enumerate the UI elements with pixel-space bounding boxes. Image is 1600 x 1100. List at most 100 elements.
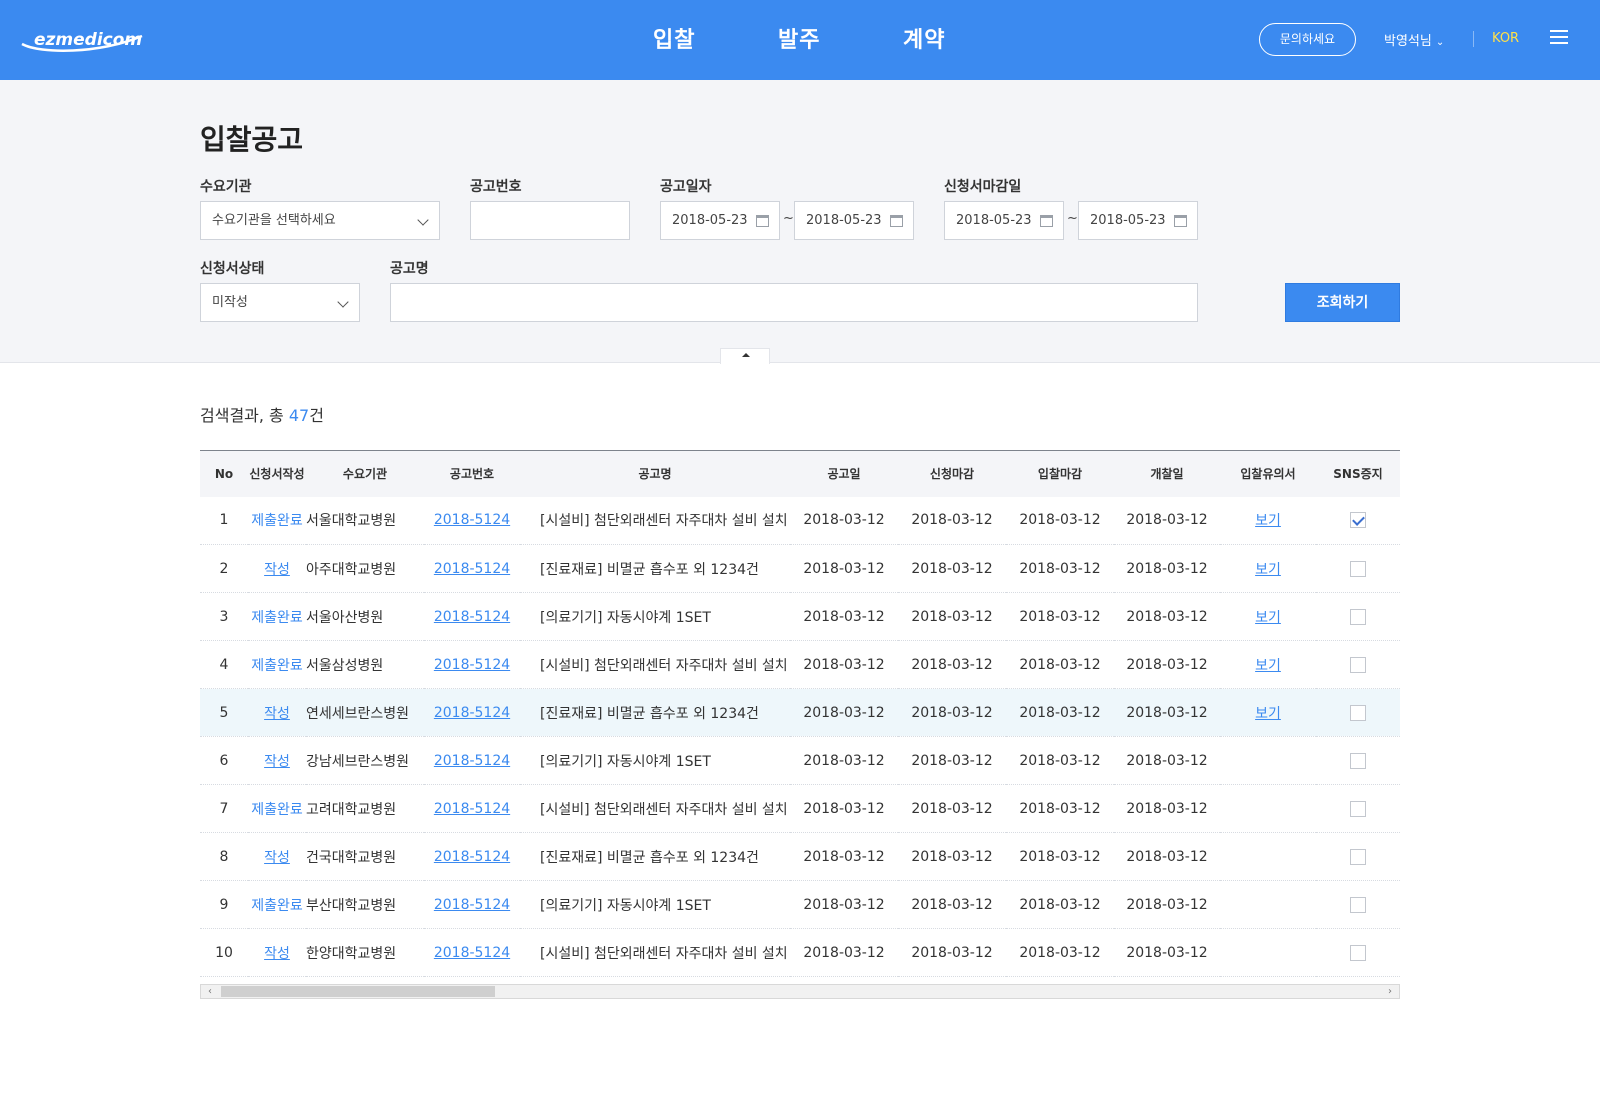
sns-checkbox[interactable]: [1350, 800, 1366, 817]
table-row: 10 작성 한양대학교병원 2018-5124 [시설비] 첨단외래센터 자주대차 설비…: [200, 928, 1400, 977]
notice-doc-link[interactable]: 보기: [1255, 513, 1281, 529]
row-notice-date: 2018-03-12: [790, 784, 898, 833]
notice-no-link[interactable]: 2018-5124: [434, 561, 510, 577]
nav-contract[interactable]: 계약: [903, 22, 945, 54]
row-agency: 서울삼성병원: [306, 640, 424, 689]
row-title: [의료기기] 자동시야계 1SET: [520, 880, 790, 929]
hamburger-icon[interactable]: [1550, 30, 1568, 44]
search-panel: 입찰공고 수요기관 수요기관을 선택하세요 공고번호 공고일자 2018-05-…: [0, 80, 1600, 364]
sns-checkbox[interactable]: [1350, 944, 1366, 961]
chevron-down-icon: ⌄: [1435, 37, 1445, 48]
deadline-from-input[interactable]: 2018-05-23: [944, 201, 1064, 240]
notice-doc-link[interactable]: 보기: [1255, 562, 1281, 578]
chevron-down-icon: [337, 296, 349, 308]
result-count-suffix: 건: [309, 406, 324, 425]
row-notice-date: 2018-03-12: [790, 592, 898, 641]
application-status-link[interactable]: 제출완료: [251, 658, 303, 674]
calendar-icon[interactable]: [756, 215, 769, 227]
user-name: 박영석님: [1384, 34, 1432, 49]
row-title: [의료기기] 자동시야계 1SET: [520, 592, 790, 641]
row-title: [시설비] 첨단외래센터 자주대차 설비 설치: [520, 496, 790, 545]
calendar-icon[interactable]: [1040, 215, 1053, 227]
notice-no-link[interactable]: 2018-5124: [434, 801, 510, 817]
row-no: 9: [200, 880, 248, 929]
scroll-left-icon[interactable]: ‹: [201, 985, 219, 998]
nav-order[interactable]: 발주: [778, 22, 820, 54]
collapse-panel-toggle[interactable]: [720, 348, 770, 364]
application-status-link[interactable]: 제출완료: [251, 802, 303, 818]
notice-date-from-value: 2018-05-23: [672, 213, 748, 228]
status-select[interactable]: 미작성: [200, 283, 360, 322]
notice-no-link[interactable]: 2018-5124: [434, 609, 510, 625]
notice-doc-link[interactable]: 보기: [1255, 610, 1281, 626]
notice-date-from-input[interactable]: 2018-05-23: [660, 201, 780, 240]
application-status-link[interactable]: 제출완료: [251, 898, 303, 914]
notice-no-link[interactable]: 2018-5124: [434, 945, 510, 961]
sns-checkbox[interactable]: [1350, 608, 1366, 625]
scrollbar-thumb[interactable]: [221, 986, 495, 997]
result-count-number: 47: [288, 406, 310, 425]
notice-date-to-value: 2018-05-23: [806, 213, 882, 228]
nav-bid[interactable]: 입찰: [653, 22, 695, 54]
notice-no-link[interactable]: 2018-5124: [434, 512, 510, 528]
language-selector[interactable]: KOR: [1492, 31, 1519, 46]
row-open-date: 2018-03-12: [1114, 736, 1220, 785]
row-apply-deadline: 2018-03-12: [898, 784, 1006, 833]
application-status-link[interactable]: 작성: [264, 754, 290, 770]
agency-select[interactable]: 수요기관을 선택하세요: [200, 201, 440, 240]
logo-mark-icon: ezmedicom: [21, 30, 143, 52]
sns-checkbox[interactable]: [1350, 560, 1366, 577]
calendar-icon[interactable]: [1174, 215, 1187, 227]
application-status-link[interactable]: 작성: [264, 562, 290, 578]
row-no: 4: [200, 640, 248, 689]
notice-no-link[interactable]: 2018-5124: [434, 753, 510, 769]
notice-doc-link[interactable]: 보기: [1255, 706, 1281, 722]
application-status-link[interactable]: 작성: [264, 946, 290, 962]
row-notice-date: 2018-03-12: [790, 544, 898, 593]
application-status-link[interactable]: 작성: [264, 706, 290, 722]
contact-button[interactable]: 문의하세요: [1259, 23, 1356, 56]
sns-checkbox[interactable]: [1350, 704, 1366, 721]
sns-checkbox[interactable]: [1350, 896, 1366, 913]
notice-no-link[interactable]: 2018-5124: [434, 705, 510, 721]
sns-checkbox[interactable]: [1350, 752, 1366, 769]
sns-checkbox[interactable]: [1350, 512, 1366, 529]
row-apply-deadline: 2018-03-12: [898, 880, 1006, 929]
scroll-right-icon[interactable]: ›: [1381, 985, 1399, 998]
col-agency: 수요기관: [342, 467, 388, 482]
sns-checkbox[interactable]: [1350, 848, 1366, 865]
application-status-link[interactable]: 제출완료: [251, 610, 303, 626]
row-open-date: 2018-03-12: [1114, 784, 1220, 833]
row-apply-deadline: 2018-03-12: [898, 592, 1006, 641]
page-title: 입찰공고: [200, 123, 304, 156]
notice-no-link[interactable]: 2018-5124: [434, 657, 510, 673]
application-status-link[interactable]: 작성: [264, 850, 290, 866]
row-notice-date: 2018-03-12: [790, 880, 898, 929]
row-open-date: 2018-03-12: [1114, 592, 1220, 641]
search-button[interactable]: 조회하기: [1285, 283, 1400, 322]
notice-no-input[interactable]: [470, 201, 630, 240]
application-status-link[interactable]: 제출완료: [251, 513, 303, 529]
horizontal-scrollbar[interactable]: ‹ ›: [200, 984, 1400, 999]
agency-label: 수요기관: [200, 179, 252, 195]
sns-checkbox[interactable]: [1350, 656, 1366, 673]
deadline-label: 신청서마감일: [944, 179, 1022, 195]
calendar-icon[interactable]: [890, 215, 903, 227]
row-notice-date: 2018-03-12: [790, 688, 898, 737]
row-agency: 건국대학교병원: [306, 832, 424, 881]
row-open-date: 2018-03-12: [1114, 688, 1220, 737]
row-open-date: 2018-03-12: [1114, 880, 1220, 929]
result-count-prefix: 검색결과, 총: [200, 406, 289, 425]
notice-no-link[interactable]: 2018-5124: [434, 849, 510, 865]
notice-no-link[interactable]: 2018-5124: [434, 897, 510, 913]
ezmedicom-logo[interactable]: ezmedicom: [20, 24, 146, 54]
title-input[interactable]: [390, 283, 1198, 322]
notice-date-to-input[interactable]: 2018-05-23: [794, 201, 914, 240]
caret-up-icon: [742, 353, 750, 357]
row-apply-deadline: 2018-03-12: [898, 640, 1006, 689]
table-body: 1 제출완료 서울대학교병원 2018-5124 [시설비] 첨단외래센터 자주대차 설…: [200, 496, 1400, 977]
row-no: 5: [200, 688, 248, 737]
deadline-to-input[interactable]: 2018-05-23: [1078, 201, 1198, 240]
notice-doc-link[interactable]: 보기: [1255, 658, 1281, 674]
user-menu[interactable]: 박영석님 ⌄: [1384, 30, 1444, 49]
